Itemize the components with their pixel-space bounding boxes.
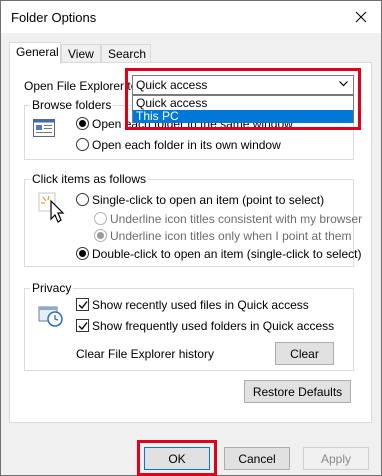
checkbox-recent-files[interactable]: [76, 298, 89, 311]
single-click-label: Single-click to open an item (point to s…: [92, 193, 325, 207]
highlight-box-ok: [137, 440, 217, 476]
close-icon: [355, 11, 367, 23]
underline-point-label: Underline icon titles only when I point …: [110, 229, 352, 243]
radio-own-window[interactable]: [76, 138, 89, 151]
own-window-label: Open each folder in its own window: [92, 138, 281, 152]
tab-search[interactable]: Search: [101, 44, 151, 63]
clear-button[interactable]: Clear: [275, 342, 334, 365]
tab-general[interactable]: General: [9, 42, 61, 64]
dialog-title: Folder Options: [11, 10, 97, 25]
apply-button[interactable]: Apply: [303, 447, 369, 470]
double-click-label: Double-click to open an item (single-cli…: [92, 247, 362, 261]
cancel-button[interactable]: Cancel: [224, 447, 290, 470]
click-items-title: Click items as follows: [30, 172, 149, 186]
radio-double-click[interactable]: [76, 247, 89, 260]
tab-view[interactable]: View: [61, 44, 101, 63]
radio-same-window[interactable]: [76, 117, 89, 130]
radio-underline-point[interactable]: [94, 229, 107, 242]
radio-underline-consistent[interactable]: [94, 212, 107, 225]
highlight-box-dropdown: [125, 68, 361, 130]
checkmark-icon: [78, 322, 88, 331]
restore-defaults-button[interactable]: Restore Defaults: [244, 380, 351, 403]
radio-single-click[interactable]: [76, 193, 89, 206]
frequent-folders-label: Show frequently used folders in Quick ac…: [92, 319, 335, 333]
folder-options-dialog: Folder Options General View Search Open …: [0, 0, 382, 476]
cursor-click-icon: [37, 191, 65, 223]
browse-folders-title: Browse folders: [30, 98, 114, 112]
privacy-title: Privacy: [30, 281, 74, 295]
checkbox-frequent-folders[interactable]: [76, 319, 89, 332]
browse-folders-icon: [33, 119, 55, 137]
title-bar: Folder Options: [1, 1, 381, 33]
close-button[interactable]: [341, 1, 381, 33]
clear-history-label: Clear File Explorer history: [76, 347, 215, 361]
recent-files-label: Show recently used files in Quick access: [92, 298, 309, 312]
underline-consistent-label: Underline icon titles consistent with my…: [110, 212, 363, 226]
privacy-clock-icon: [35, 299, 65, 329]
checkmark-icon: [78, 301, 88, 310]
open-explorer-label: Open File Explorer to:: [24, 79, 141, 93]
